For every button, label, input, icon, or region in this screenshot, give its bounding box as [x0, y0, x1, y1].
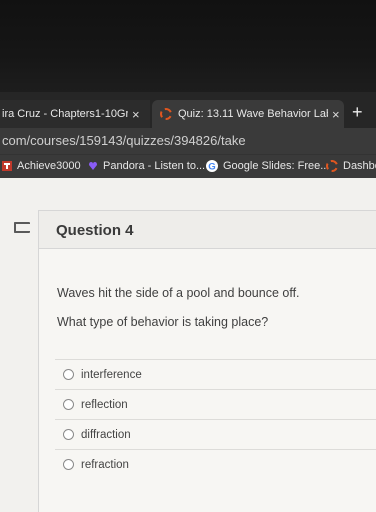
tab-label: ira Cruz - Chapters1-10Grou: [2, 108, 128, 120]
screen-bezel: [0, 0, 376, 92]
question-title: Question 4: [56, 222, 134, 239]
google-icon: G: [206, 160, 218, 172]
bookmark-label: Achieve3000: [17, 160, 81, 172]
flag-question-icon[interactable]: [14, 222, 30, 233]
radio-button[interactable]: [63, 369, 74, 380]
option-label: refraction: [81, 458, 129, 471]
canvas-icon: [326, 160, 338, 172]
bookmark-label: Pandora - Listen to...: [103, 160, 206, 172]
tab-label: Quiz: 13.11 Wave Behavior Lab: [178, 108, 328, 120]
close-icon[interactable]: ×: [132, 107, 140, 122]
answer-option[interactable]: reflection: [55, 389, 376, 419]
bookmark-pandora[interactable]: Pandora - Listen to...: [88, 160, 205, 172]
option-label: diffraction: [81, 428, 131, 441]
close-icon[interactable]: ×: [332, 107, 340, 122]
question-prompt: What type of behavior is taking place?: [57, 315, 269, 329]
bookmark-dashboard[interactable]: Dashbo: [326, 160, 376, 172]
radio-button[interactable]: [63, 459, 74, 470]
bookmark-label: Dashbo: [343, 160, 376, 172]
bookmark-google-slides[interactable]: G Google Slides: Free...: [206, 160, 329, 172]
bookmark-label: Google Slides: Free...: [223, 160, 330, 172]
bookmark-achieve3000[interactable]: Achieve3000: [2, 160, 81, 172]
answer-option[interactable]: interference: [55, 359, 376, 389]
option-label: reflection: [81, 398, 128, 411]
tab-chapters[interactable]: ira Cruz - Chapters1-10Grou ×: [0, 100, 150, 128]
radio-button[interactable]: [63, 399, 74, 410]
radio-button[interactable]: [63, 429, 74, 440]
pandora-icon: [89, 162, 97, 170]
bookmarks-bar: Achieve3000 Pandora - Listen to... G Goo…: [0, 154, 376, 178]
answer-option[interactable]: refraction: [55, 449, 376, 479]
answer-option[interactable]: diffraction: [55, 419, 376, 449]
tab-quiz[interactable]: Quiz: 13.11 Wave Behavior Lab ×: [152, 100, 344, 128]
new-tab-button[interactable]: +: [352, 102, 363, 123]
question-text: Waves hit the side of a pool and bounce …: [57, 286, 300, 300]
option-label: interference: [81, 368, 142, 381]
address-bar[interactable]: com/courses/159143/quizzes/394826/take: [0, 128, 376, 154]
svg-text:G: G: [208, 162, 215, 172]
canvas-loading-icon: [160, 108, 172, 120]
achieve-icon: [2, 161, 12, 171]
